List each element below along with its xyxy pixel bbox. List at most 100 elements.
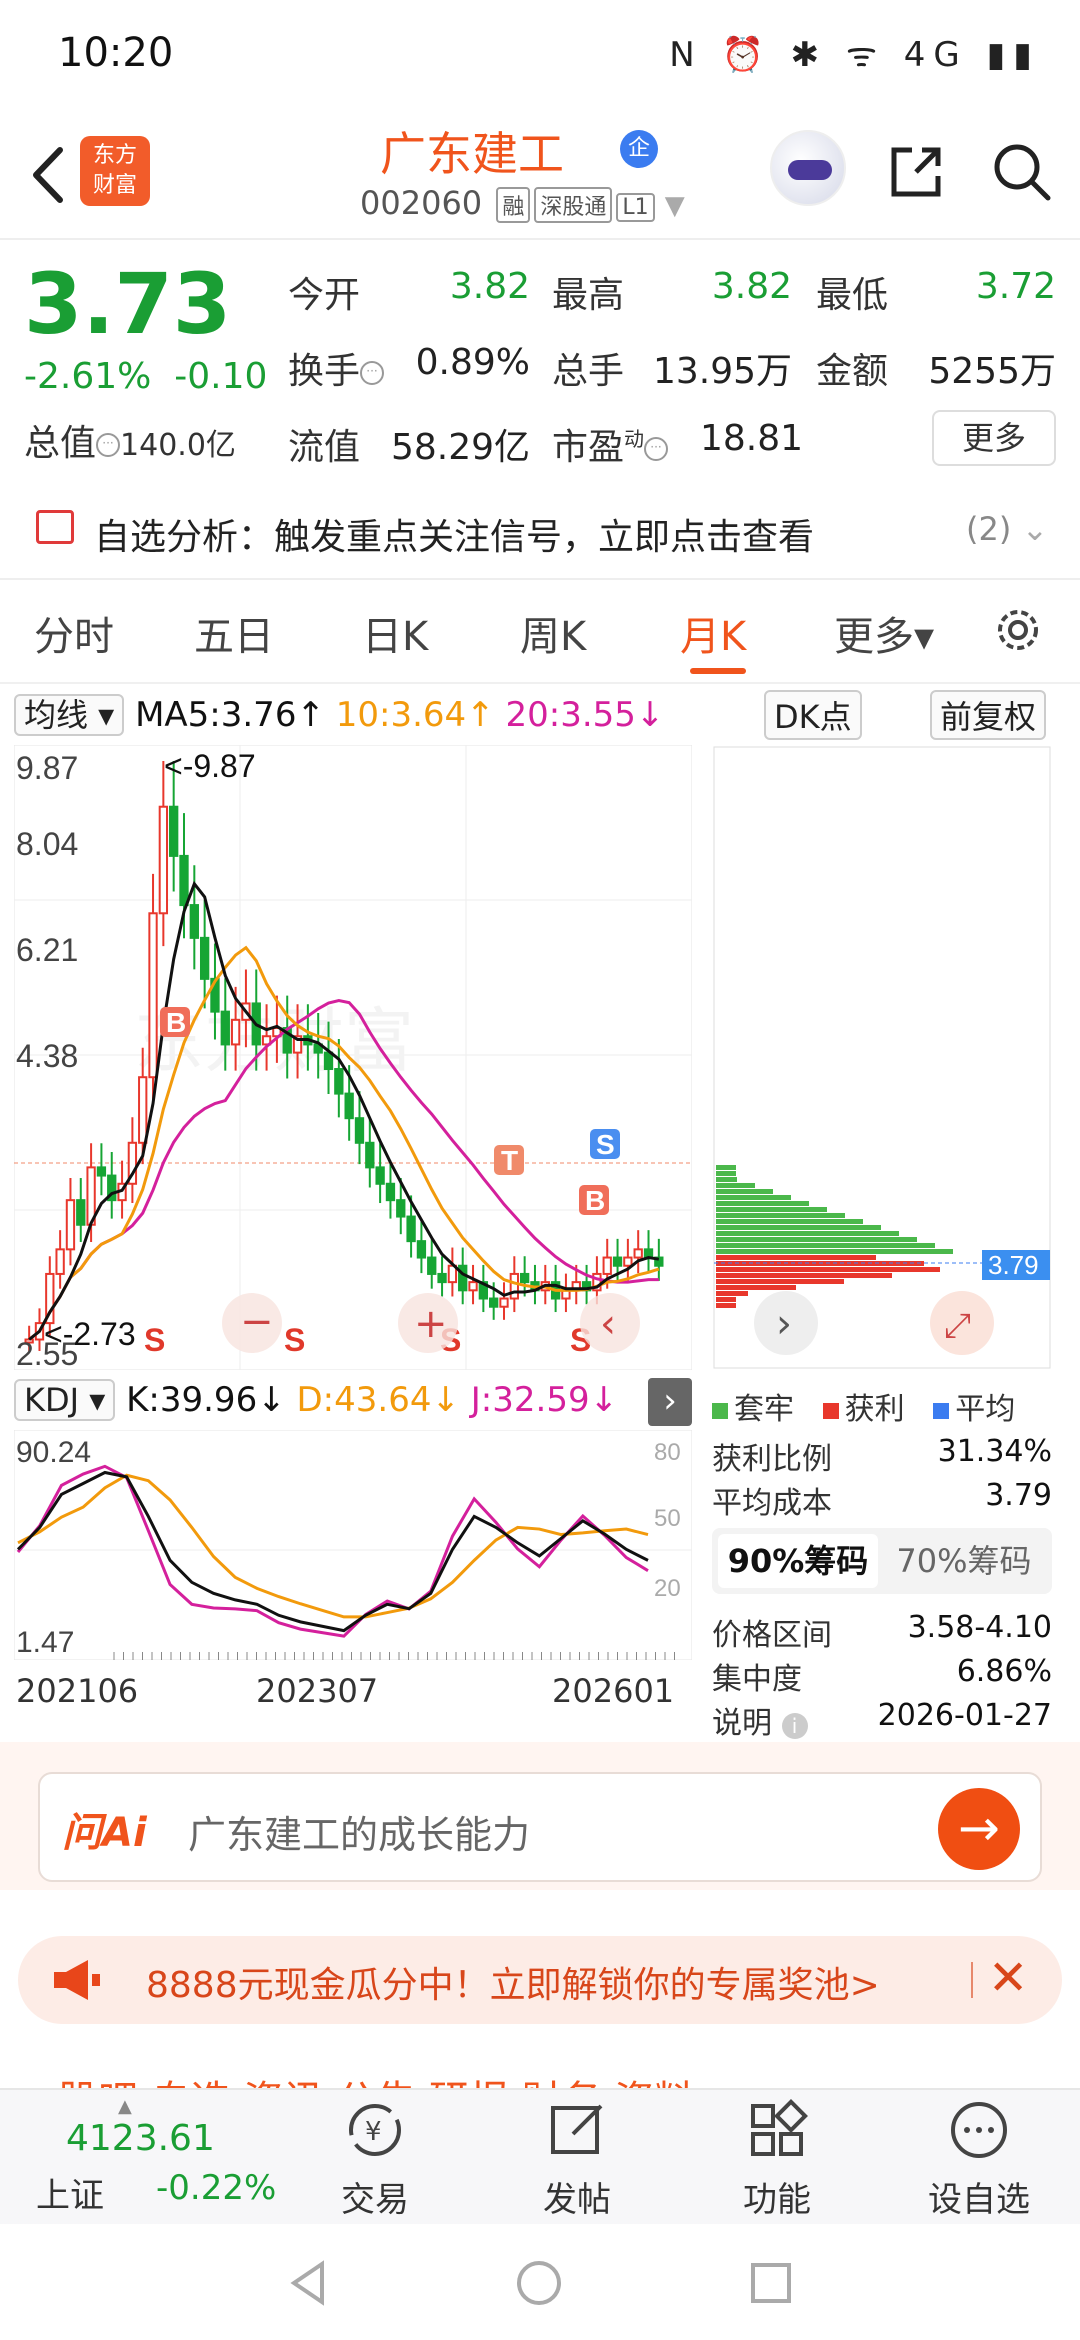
chip-bar — [716, 1201, 809, 1206]
caret-down-icon: ▼ — [664, 191, 685, 221]
signal-buy-text: B — [585, 1185, 605, 1216]
nav-functions[interactable]: 功能 — [702, 2098, 852, 2221]
chip-bar — [716, 1255, 876, 1260]
chip-70-tab[interactable]: 70%筹码 — [884, 1534, 1044, 1588]
share-icon[interactable] — [886, 142, 946, 202]
candle — [189, 904, 199, 939]
candle — [489, 1297, 499, 1308]
signal-buy-text: B — [166, 1007, 186, 1038]
chip-bar — [716, 1225, 881, 1230]
adjust-button[interactable]: 前复权 — [930, 690, 1047, 740]
change-percent: -2.61% — [24, 356, 152, 397]
tab-monthly-k[interactable]: 月K — [680, 604, 746, 662]
volume-value: 13.95万 — [652, 351, 792, 392]
ma-select[interactable]: 均线 ▾ — [14, 694, 125, 736]
candle — [612, 1256, 623, 1267]
chip-90-tab[interactable]: 90%筹码 — [718, 1534, 878, 1588]
chip-bar — [716, 1273, 892, 1278]
kdj-tick: 90.24 — [16, 1436, 91, 1469]
logo-text-bottom: 财富 — [92, 173, 137, 198]
close-icon[interactable]: ✕ — [988, 1950, 1028, 2006]
candle — [396, 1199, 406, 1218]
ma10-value: 10:3.64↑ — [335, 695, 495, 735]
tab-weekly-k[interactable]: 周K — [520, 604, 586, 662]
candle — [375, 1166, 385, 1185]
divider — [0, 682, 1080, 684]
pe-label: 市盈动 ··· — [552, 418, 669, 470]
candle — [385, 1182, 396, 1202]
kdj-select[interactable]: KDJ ▾ — [14, 1379, 116, 1421]
chip-bar — [716, 1177, 737, 1182]
signal-t-text: T — [501, 1145, 518, 1176]
back-arrow-icon[interactable] — [24, 140, 74, 210]
nav-add-watchlist[interactable]: 设自选 — [904, 2098, 1054, 2221]
candle — [220, 1010, 230, 1046]
ai-submit-button[interactable]: → — [938, 1788, 1020, 1870]
info-dots-icon[interactable]: ··· — [96, 433, 121, 457]
signal-sell-mark: S — [144, 1322, 165, 1358]
chip-bar — [716, 1183, 755, 1188]
candle — [519, 1272, 530, 1284]
kdj-tick: 1.47 — [16, 1626, 74, 1659]
tab-daily-k[interactable]: 日K — [362, 604, 428, 662]
x-tick: 202601 — [552, 1672, 675, 1710]
chevron-left-icon: ‹ — [600, 1301, 616, 1347]
info-dots-icon[interactable]: ··· — [360, 361, 385, 385]
pe-value: 18.81 — [700, 418, 804, 459]
candle — [416, 1240, 427, 1259]
nav-post[interactable]: 发帖 — [502, 2098, 652, 2221]
change-amount: -0.10 — [174, 356, 268, 397]
avg-cost-row: 平均成本 3.79 — [712, 1478, 1052, 1521]
candle — [499, 1297, 509, 1308]
chip-bar — [716, 1207, 827, 1212]
tab-more[interactable]: 更多▾ — [834, 604, 934, 662]
amount-value: 5255万 — [928, 351, 1056, 392]
svg-text:¥: ¥ — [365, 2117, 382, 2147]
k-line-chart[interactable]: 东方财富 9.87 8.04 6.21 4.38 2.55 <-9.87 <-2… — [14, 745, 692, 1370]
collapse-panel-button[interactable]: › — [648, 1378, 692, 1426]
chip-bar — [716, 1267, 940, 1272]
system-recents-icon[interactable] — [746, 2258, 796, 2308]
high-value: 3.82 — [711, 266, 792, 307]
tab-intraday[interactable]: 分时 — [34, 604, 114, 662]
app-logo[interactable]: 东方 财富 — [80, 136, 150, 206]
status-time: 10:20 — [58, 30, 174, 76]
kdj-j: J:32.59↓ — [470, 1380, 619, 1420]
kdj-chart[interactable]: 90.24 1.47 80 50 20 — [14, 1430, 692, 1660]
tab-five-day[interactable]: 五日 — [194, 604, 274, 662]
chip-bar — [716, 1243, 935, 1248]
ai-question-box[interactable]: 问Ai 广东建工的成长能力 → — [38, 1772, 1042, 1882]
system-back-icon[interactable] — [284, 2258, 334, 2308]
nav-trade[interactable]: ¥ 交易 — [300, 2098, 450, 2221]
stock-code-row[interactable]: 002060 融深股通 L1 ▼ — [360, 184, 685, 223]
gear-icon[interactable] — [990, 602, 1046, 658]
system-home-icon[interactable] — [514, 2258, 564, 2308]
more-button[interactable]: 更多 — [932, 410, 1056, 466]
concentration-row: 集中度 6.86% — [712, 1654, 1052, 1697]
ma-legend: 均线 ▾ MA5:3.76↑ 10:3.64↑ 20:3.55↓ — [14, 690, 664, 740]
note-row[interactable]: 说明 i 2026-01-27 — [712, 1698, 1052, 1742]
amount-label: 金额 — [816, 351, 889, 392]
y-tick: 4.38 — [16, 1038, 78, 1074]
y-tick: 8.04 — [16, 826, 78, 862]
watchlist-alert[interactable]: 自选分析：触发重点关注信号，立即点击查看 (2) ⌄ — [0, 498, 1080, 566]
market-cap-value: 140.0亿 — [120, 428, 236, 463]
promo-banner[interactable]: 8888元现金瓜分中！立即解锁你的专属奖池> ✕ — [18, 1936, 1062, 2024]
chip-bar — [716, 1219, 863, 1224]
index-name[interactable]: 上证 — [36, 2168, 104, 2217]
open-label: 今开 — [288, 275, 361, 316]
chip-bar — [716, 1231, 899, 1236]
info-dots-icon[interactable]: ··· — [644, 437, 669, 461]
chip-distribution-chart[interactable]: 3.79 › ⤢ — [712, 745, 1052, 1370]
candle — [365, 1141, 375, 1169]
ai-robot-avatar[interactable] — [770, 130, 846, 206]
min-price-label: <-2.73 — [44, 1316, 136, 1352]
index-change[interactable]: -0.22% — [156, 2168, 276, 2208]
index-value[interactable]: 4123.61 — [66, 2118, 215, 2159]
search-icon[interactable] — [990, 140, 1052, 202]
dk-point-button[interactable]: DK点 — [764, 690, 862, 740]
candle — [199, 936, 210, 980]
tag-level: L1 — [616, 193, 655, 222]
chip-bar — [716, 1213, 845, 1218]
float-cap-value: 58.29亿 — [390, 427, 530, 468]
